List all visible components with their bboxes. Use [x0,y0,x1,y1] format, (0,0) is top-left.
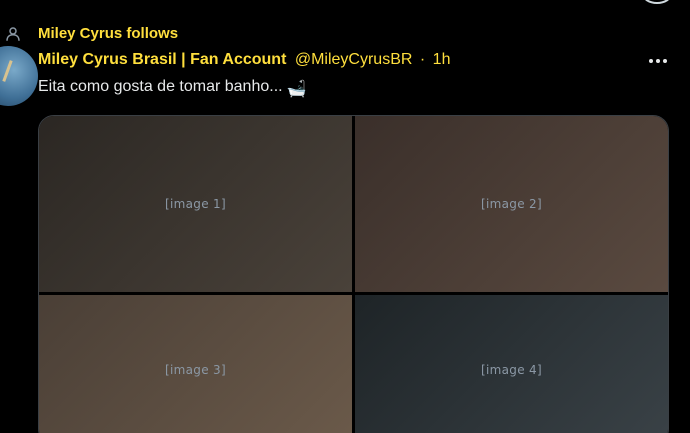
tweet-text: Eita como gosta de tomar banho... 🛁 [38,78,307,99]
media-item-1[interactable]: [image 1] [39,116,352,292]
media-placeholder-label: [image 3] [165,363,226,377]
avatar[interactable] [0,46,38,106]
user-handle[interactable]: @MileyCyrusBR [295,51,413,68]
media-item-2[interactable]: [image 2] [355,116,668,292]
more-options-button[interactable] [648,53,668,69]
media-placeholder-label: [image 1] [165,197,226,211]
tweet-text-body: Eita como gosta de tomar banho... [38,78,283,95]
media-item-4[interactable]: [image 4] [355,295,668,433]
media-placeholder-label: [image 4] [481,363,542,377]
top-partial-button[interactable] [642,0,672,4]
separator-dot: · [419,51,426,68]
more-horizontal-icon [649,59,653,63]
social-context-text[interactable]: Miley Cyrus follows [38,25,178,42]
media-grid: [image 1] [image 2] [image 3] [image 4] [38,115,669,433]
tweet-header: Miley Cyrus Brasil | Fan Account @MileyC… [38,51,690,73]
social-context: Miley Cyrus follows [0,24,690,44]
tweet-timestamp[interactable]: 1h [433,51,451,68]
tweet[interactable]: Miley Cyrus follows Miley Cyrus Brasil |… [0,0,690,433]
media-item-3[interactable]: [image 3] [39,295,352,433]
person-follow-icon [6,27,20,41]
bathtub-emoji: 🛁 [286,81,307,98]
display-name[interactable]: Miley Cyrus Brasil | Fan Account [38,51,286,68]
media-placeholder-label: [image 2] [481,197,542,211]
